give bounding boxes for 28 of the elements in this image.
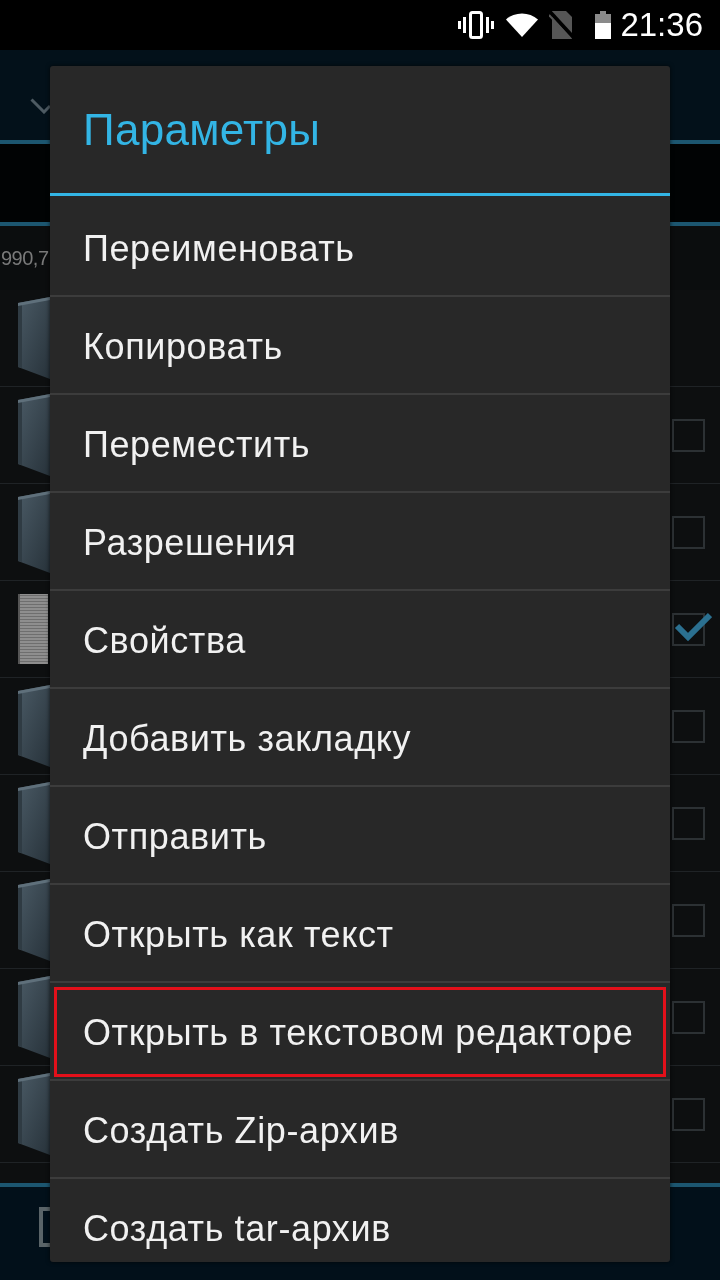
folder-icon — [18, 1073, 50, 1155]
vibrate-icon — [458, 11, 495, 39]
folder-icon — [18, 879, 50, 961]
battery-icon — [595, 11, 612, 39]
menu-item[interactable]: Копировать — [50, 297, 670, 395]
clock-time: 21:36 — [620, 6, 703, 44]
folder-icon — [18, 491, 50, 573]
menu-item[interactable]: Переименовать — [50, 199, 670, 297]
folder-icon — [18, 685, 50, 767]
menu-item[interactable]: Открыть как текст — [50, 885, 670, 983]
dialog-title: Параметры — [83, 104, 321, 155]
info-text: 990,7 — [1, 246, 49, 270]
menu-item[interactable]: Переместить — [50, 395, 670, 493]
bracket-icon[interactable] — [39, 1207, 50, 1247]
menu-item[interactable]: Отправить — [50, 787, 670, 885]
menu-item[interactable]: Создать Zip-архив — [50, 1081, 670, 1179]
chevron-icon — [30, 98, 50, 114]
folder-icon — [18, 782, 50, 864]
folder-icon — [18, 976, 50, 1058]
wifi-icon — [506, 13, 539, 37]
menu-item[interactable]: Свойства — [50, 591, 670, 689]
menu-item[interactable]: Добавить закладку — [50, 689, 670, 787]
menu-item[interactable]: Разрешения — [50, 493, 670, 591]
menu-item[interactable]: Открыть в текстовом редакторе — [50, 983, 670, 1081]
folder-icon — [18, 394, 50, 476]
folder-icon — [18, 297, 50, 379]
file-icon — [18, 594, 48, 664]
menu-item[interactable]: Создать tar-архив — [50, 1179, 670, 1262]
